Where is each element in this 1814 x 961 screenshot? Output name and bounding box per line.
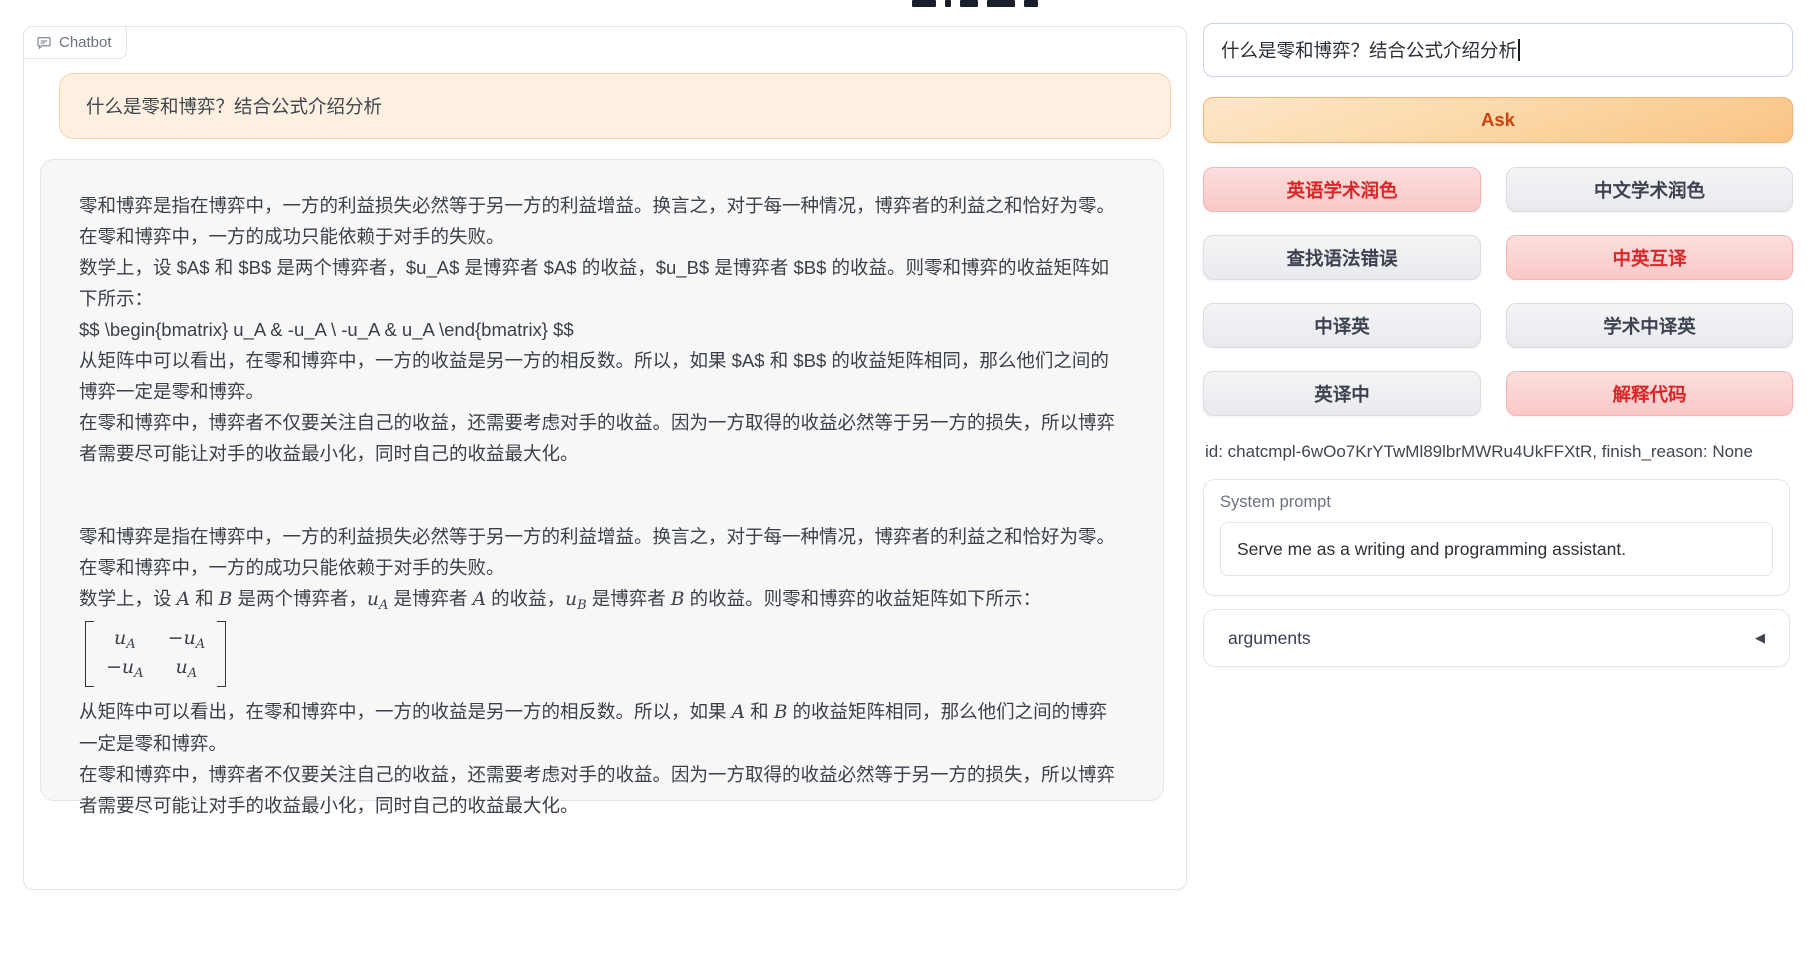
button-find-grammar-errors[interactable]: 查找语法错误 [1203,235,1481,280]
text-cursor [1518,39,1520,61]
clipped-title-fragment [987,0,1015,7]
user-message-bubble: 什么是零和博弈？结合公式介绍分析 [59,73,1171,139]
clipped-title-fragment [1024,0,1038,7]
matrix-cell: uA [176,655,198,682]
bot-paragraph: 从矩阵中可以看出，在零和博弈中，一方的收益是另一方的相反数。所以，如果 A 和 … [79,696,1125,759]
chatbot-label: Chatbot [23,26,127,59]
matrix-bracket-right [217,621,226,687]
matrix-bracket-left [85,621,94,687]
message-spacer [79,469,1125,521]
bot-paragraph: 零和博弈是指在博弈中，一方的利益损失必然等于另一方的利益增益。换言之，对于每一种… [79,190,1125,252]
clipped-page-title [912,0,1082,8]
bot-paragraph: 从矩阵中可以看出，在零和博弈中，一方的收益是另一方的相反数。所以，如果 $A$ … [79,345,1125,407]
button-chinese-academic-polish[interactable]: 中文学术润色 [1506,167,1793,212]
button-academic-zh-to-en[interactable]: 学术中译英 [1506,303,1793,348]
bot-paragraph: 零和博弈是指在博弈中，一方的利益损失必然等于另一方的利益增益。换言之，对于每一种… [79,521,1125,583]
user-message-text: 什么是零和博弈？结合公式介绍分析 [86,93,382,119]
clipped-title-fragment [945,0,951,7]
accordion-collapse-icon: ◀ [1755,630,1765,646]
matrix-cell: uA [114,626,136,653]
bot-paragraph: 数学上，设 $A$ 和 $B$ 是两个博弈者，$u_A$ 是博弈者 $A$ 的收… [79,252,1125,314]
question-input-value: 什么是零和博弈？结合公式介绍分析 [1221,37,1517,63]
system-prompt-value: Serve me as a writing and programming as… [1237,539,1626,560]
clipped-title-fragment [912,0,936,7]
button-explain-code[interactable]: 解释代码 [1506,371,1793,416]
system-prompt-label: System prompt [1220,493,1773,512]
bot-message-bubble: 零和博弈是指在博弈中，一方的利益损失必然等于另一方的利益增益。换言之，对于每一种… [40,159,1164,801]
matrix-cell: −uA [168,626,206,653]
arguments-accordion[interactable]: arguments ◀ [1203,609,1790,667]
system-prompt-input[interactable]: Serve me as a writing and programming as… [1220,522,1773,576]
question-input[interactable]: 什么是零和博弈？结合公式介绍分析 [1203,23,1793,77]
bot-paragraph: 在零和博弈中，博弈者不仅要关注自己的收益，还需要考虑对手的收益。因为一方取得的收… [79,407,1125,469]
response-id-text: id: chatcmpl-6wOo7KrYTwMl89lbrMWRu4UkFFX… [1205,442,1753,462]
button-english-academic-polish[interactable]: 英语学术润色 [1203,167,1481,212]
chat-bubble-icon [36,35,52,51]
system-prompt-panel: System prompt Serve me as a writing and … [1203,479,1790,596]
button-zh-to-en[interactable]: 中译英 [1203,303,1481,348]
bot-paragraph: 数学上，设 A 和 B 是两个博弈者，uA 是博弈者 A 的收益，uB 是博弈者… [79,583,1125,617]
latex-source-line: $$ \begin{bmatrix} u_A & -u_A \ -u_A & u… [79,314,1125,345]
button-zh-en-mutual-translate[interactable]: 中英互译 [1506,235,1793,280]
button-en-to-zh[interactable]: 英译中 [1203,371,1481,416]
ask-button[interactable]: Ask [1203,97,1793,143]
accordion-label: arguments [1228,628,1311,649]
clipped-title-fragment [960,0,978,7]
bot-paragraph: 在零和博弈中，博弈者不仅要关注自己的收益，还需要考虑对手的收益。因为一方取得的收… [79,759,1125,821]
math-matrix: uA −uA −uA uA [85,621,226,687]
chatbot-panel[interactable]: Chatbot 什么是零和博弈？结合公式介绍分析 零和博弈是指在博弈中，一方的利… [23,26,1187,890]
matrix-cell: −uA [106,655,144,682]
chatbot-label-text: Chatbot [59,34,112,51]
